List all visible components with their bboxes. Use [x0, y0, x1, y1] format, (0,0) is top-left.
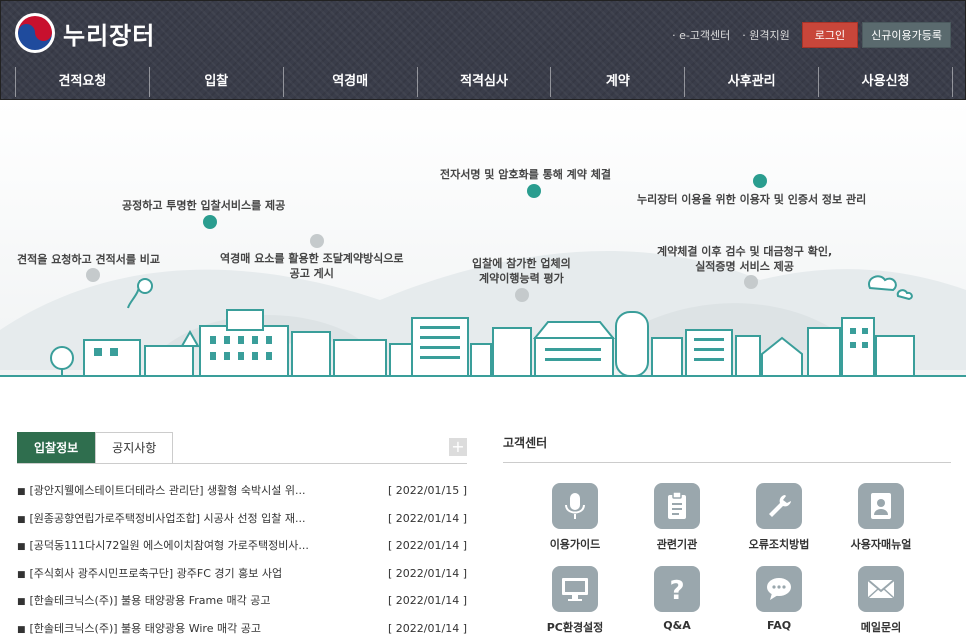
bid-notice-board: 입찰정보 공지사항 + ■ [광안지웰에스테이트더테라스 관리단] 생활형 숙박시…: [17, 432, 467, 643]
visual-text-post-management: 계약체결 이후 검수 및 대금청구 확인, 실적증명 서비스 제공: [657, 245, 833, 273]
visual-text-bid: 공정하고 투명한 입찰서비스를 제공: [122, 199, 286, 212]
cs-qna[interactable]: ? Q&A: [629, 566, 725, 632]
list-item-date: [ 2022/01/14 ]: [388, 621, 467, 635]
manual-icon: [858, 483, 904, 529]
bullet-icon: ■: [17, 487, 26, 497]
visual-text-reverse-auction: 역경매 요소를 활용한 조달계약방식으로 공고 게시: [220, 252, 404, 280]
main-nav: 견적요청 입찰 역경매 적격심사 계약 사후관리 사용신청: [15, 67, 954, 97]
list-item-date: [ 2022/01/14 ]: [388, 511, 467, 525]
tab-bid-info[interactable]: 입찰정보: [17, 432, 96, 463]
cs-mail-inquiry[interactable]: 메일문의: [833, 566, 929, 635]
visual-dot-usage: [753, 174, 767, 188]
list-item[interactable]: ■ [주식회사 광주시민프로축구단] 광주FC 경기 홍보 사업 [ 2022/01…: [17, 561, 467, 589]
tab-notice[interactable]: 공지사항: [95, 432, 174, 463]
header: 누리장터 · e-고객센터 · 원격지원 로그인 신규이용가등록 견적요청 입찰…: [0, 0, 966, 100]
signup-button[interactable]: 신규이용가등록: [862, 22, 951, 48]
question-icon: ?: [654, 566, 700, 612]
customer-center: 고객센터 이용가이드 관련기관 오류조치방법 사용자매뉴얼 PC환경설정 ? Q…: [503, 432, 951, 634]
visual-dot-post-management: [744, 275, 758, 289]
list-item-title[interactable]: [한솔테크닉스(주)] 불용 태양광용 Wire 매각 공고: [30, 622, 261, 635]
bullet-icon: ■: [17, 569, 26, 580]
cs-pc-settings[interactable]: PC환경설정: [527, 566, 623, 635]
login-button[interactable]: 로그인: [801, 22, 859, 48]
svg-text:?: ?: [669, 576, 684, 604]
cs-user-manual[interactable]: 사용자매뉴얼: [833, 483, 929, 552]
logo-text: 누리장터: [63, 21, 156, 50]
list-item-date: [ 2022/01/15 ]: [388, 484, 467, 497]
cs-label: 사용자매뉴얼: [850, 538, 912, 551]
nav-usage-application[interactable]: 사용신청: [818, 67, 954, 97]
customer-center-title: 고객센터: [503, 432, 951, 463]
bullet-icon: ■: [17, 624, 26, 635]
nav-reverse-auction[interactable]: 역경매: [282, 67, 417, 97]
cs-faq[interactable]: FAQ: [731, 566, 827, 632]
main-visual: 견적을 요청하고 견적서를 비교 공정하고 투명한 입찰서비스를 제공 역경매 …: [0, 100, 966, 420]
visual-text-quote: 견적을 요청하고 견적서를 비교: [17, 253, 161, 266]
nav-contract[interactable]: 계약: [550, 67, 684, 97]
list-item-date: [ 2022/01/14 ]: [388, 594, 467, 607]
board-tabs: 입찰정보 공지사항 +: [17, 432, 467, 464]
remote-support-link[interactable]: · 원격지원: [742, 27, 789, 43]
cs-label: Q&A: [663, 619, 691, 632]
cs-error-fix[interactable]: 오류조치방법: [731, 483, 827, 552]
site-logo[interactable]: 누리장터: [15, 13, 155, 53]
mail-icon: [858, 566, 904, 612]
list-item-title[interactable]: [한솔테크닉스(주)] 불용 태양광용 Frame 매각 공고: [30, 594, 271, 607]
e-customer-center-link[interactable]: · e-고객센터: [672, 27, 730, 43]
list-item-title[interactable]: [광안지웰에스테이트더테라스 관리단] 생활형 숙박시설 위...: [30, 484, 306, 497]
cs-label: 이용가이드: [549, 538, 601, 551]
taegeuk-logo-icon: [15, 13, 55, 53]
list-item[interactable]: ■ [한솔테크닉스(주)] 불용 태양광용 Frame 매각 공고 [ 2022/0…: [17, 588, 467, 616]
bullet-icon: ■: [17, 597, 26, 607]
bid-list: ■ [광안지웰에스테이트더테라스 관리단] 생활형 숙박시설 위... [ 2022…: [17, 478, 467, 643]
visual-text-usage: 누리장터 이용을 위한 이용자 및 인증서 정보 관리: [637, 193, 867, 206]
list-item[interactable]: ■ [원종공향연립가로주택정비사업조합] 시공사 선정 입찰 재... [ 2022…: [17, 506, 467, 534]
bullet-icon: ■: [17, 542, 26, 552]
list-item-title[interactable]: [공덕동111다시72일원 에스에이치참여형 가로주택정비사...: [30, 539, 309, 552]
list-item-title[interactable]: [원종공향연립가로주택정비사업조합] 시공사 선정 입찰 재...: [30, 512, 306, 525]
nav-quote-request[interactable]: 견적요청: [15, 67, 149, 97]
cs-label: PC환경설정: [546, 621, 604, 634]
visual-dot-bid: [203, 215, 217, 229]
cs-label: 관련기관: [656, 538, 698, 551]
more-plus-button[interactable]: +: [449, 438, 467, 456]
visual-dot-qualification: [515, 288, 529, 302]
utility-menu: · e-고객센터 · 원격지원 로그인 신규이용가등록: [672, 22, 951, 48]
visual-text-qualification: 입찰에 참가한 업체의 계약이행능력 평가: [472, 257, 571, 285]
cs-usage-guide[interactable]: 이용가이드: [527, 483, 623, 552]
list-item-date: [ 2022/01/14 ]: [388, 539, 467, 552]
visual-text-contract: 전자서명 및 암호화를 통해 계약 체결: [440, 168, 611, 181]
wrench-icon: [756, 483, 802, 529]
clipboard-icon: [654, 483, 700, 529]
monitor-icon: [552, 566, 598, 612]
visual-dot-contract: [527, 184, 541, 198]
list-item-title[interactable]: [주식회사 광주시민프로축구단] 광주FC 경기 홍보 사업: [30, 567, 283, 580]
bullet-icon: ■: [17, 514, 26, 525]
cs-label: FAQ: [766, 619, 792, 632]
nav-post-management[interactable]: 사후관리: [684, 67, 818, 97]
chat-icon: [756, 566, 802, 612]
cs-label: 메일문의: [860, 621, 902, 634]
visual-dot-reverse-auction: [310, 234, 324, 248]
list-item[interactable]: ■ [광안지웰에스테이트더테라스 관리단] 생활형 숙박시설 위... [ 2022…: [17, 478, 467, 506]
list-item-date: [ 2022/01/14 ]: [388, 566, 467, 580]
cs-related-agencies[interactable]: 관련기관: [629, 483, 725, 552]
microphone-icon: [552, 483, 598, 529]
list-item[interactable]: ■ [공덕동111다시72일원 에스에이치참여형 가로주택정비사... [ 2022…: [17, 533, 467, 561]
cs-label: 오류조치방법: [748, 538, 810, 551]
visual-dot-quote: [86, 268, 100, 282]
nav-bid[interactable]: 입찰: [148, 67, 283, 97]
nav-qualification[interactable]: 적격심사: [416, 67, 551, 97]
list-item[interactable]: ■ [한솔테크닉스(주)] 불용 태양광용 Wire 매각 공고 [ 2022/01…: [17, 616, 467, 644]
